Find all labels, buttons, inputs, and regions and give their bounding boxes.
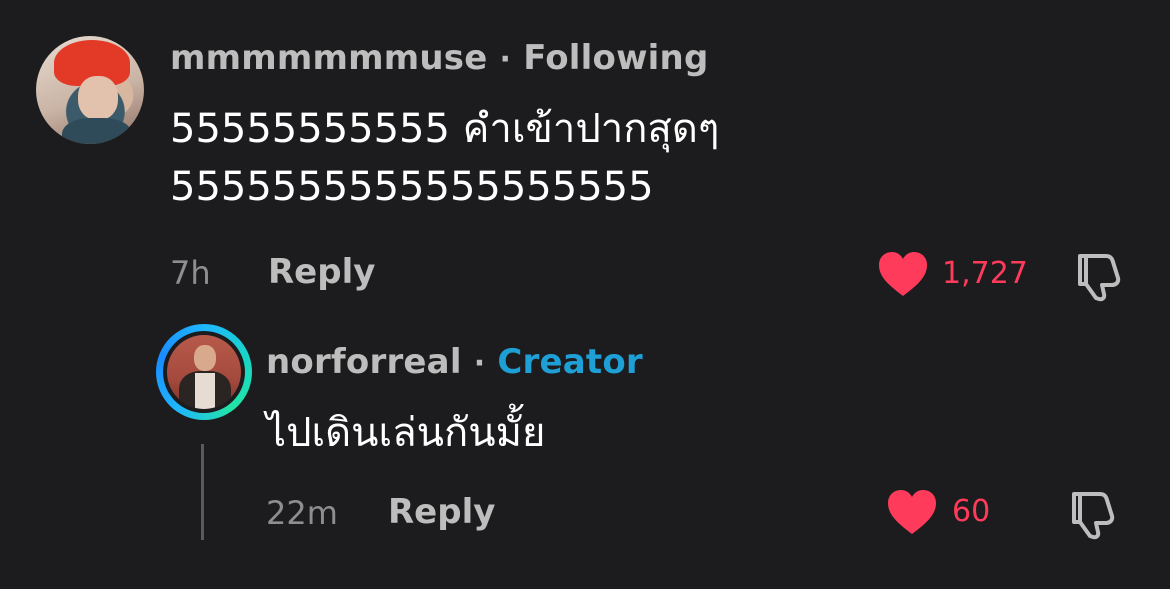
thread-line [201,444,204,540]
avatar-shirt [62,118,132,144]
reply-header: norforreal · Creator [266,342,643,382]
reply-like-count: 60 [952,494,991,529]
following-badge: Following [523,38,709,78]
avatar-face [78,76,118,120]
avatar-head [194,345,216,371]
commenter-username[interactable]: mmmmmmmuse [170,38,488,78]
creator-badge: Creator [497,342,643,382]
comment-timestamp: 7h [170,254,211,292]
avatar-shirt [195,373,215,409]
comment-text: 55555555555 คำเข้าปากสุดๆ 55555555555555… [170,100,719,216]
creator-avatar[interactable] [156,324,252,420]
separator-dot: · [499,42,512,77]
reply-timestamp: 22m [266,494,338,532]
separator-dot: · [473,346,486,381]
reply-to-reply-button[interactable]: Reply [388,492,495,532]
comment-header: mmmmmmmuse · Following [170,38,708,78]
avatar-photo [167,335,241,409]
dislike-icon[interactable] [1066,488,1120,540]
commenter-avatar[interactable] [36,36,144,144]
reply-button[interactable]: Reply [268,252,375,292]
comment-text-line2: 5555555555555555555 [170,164,654,210]
heart-icon[interactable] [877,250,929,298]
reply-username[interactable]: norforreal [266,342,462,382]
dislike-icon[interactable] [1072,250,1126,302]
reply-text: ไปเดินเล่นกันมั้ย [266,410,546,456]
comment-like-count: 1,727 [942,256,1028,291]
avatar-inner [163,331,245,413]
heart-icon[interactable] [886,488,938,536]
comment-text-line1: 55555555555 คำเข้าปากสุดๆ [170,106,720,152]
